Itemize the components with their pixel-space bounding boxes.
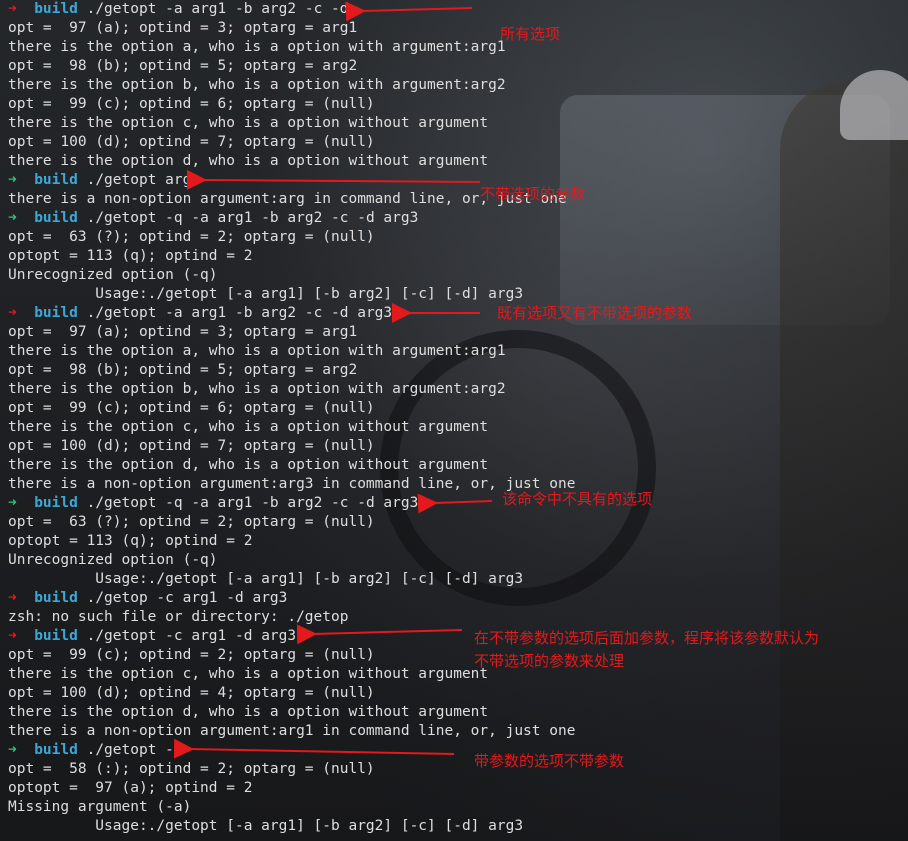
output-line: there is the option c, who is a option w… (8, 115, 489, 131)
output-line: opt = 98 (b); optind = 5; optarg = arg2 (8, 58, 358, 74)
prompt-line: ➜ build ./getop -c arg1 -d arg3 (8, 589, 575, 608)
prompt-directory: build (34, 742, 78, 758)
command-text: ./getopt -a arg1 -b arg2 -c -d arg3 (86, 305, 393, 321)
output-line: there is a non-option argument:arg3 in c… (8, 476, 576, 492)
command-text: ./getopt -c arg1 -d arg3 (86, 628, 297, 644)
output-line: opt = 99 (c); optind = 6; optarg = (null… (8, 400, 375, 416)
prompt-directory: build (34, 590, 78, 606)
wallpaper-figure (780, 80, 908, 841)
output-line: there is the option d, who is a option w… (8, 153, 489, 169)
prompt-success-arrow-icon: ➜ (8, 495, 17, 511)
output-line: optopt = 113 (q); optind = 2 (8, 248, 253, 264)
command-text: ./getopt -q -a arg1 -b arg2 -c -d arg3 (86, 210, 419, 226)
prompt-success-arrow-icon: ➜ (8, 172, 17, 188)
prompt-error-arrow-icon: ➜ (8, 628, 17, 644)
prompt-error-arrow-icon: ➜ (8, 1, 17, 17)
prompt-line: ➜ build ./getopt -a arg1 -b arg2 -c -d a… (8, 304, 575, 323)
output-line: optopt = 97 (a); optind = 2 (8, 780, 253, 796)
output-line: opt = 99 (c); optind = 6; optarg = (null… (8, 96, 375, 112)
output-line: there is the option b, who is a option w… (8, 77, 506, 93)
prompt-success-arrow-icon: ➜ (8, 210, 17, 226)
annotation-all-options: 所有选项 (500, 25, 561, 43)
output-line: Unrecognized option (-q) (8, 267, 218, 283)
prompt-line: ➜ build ./getopt -a arg1 -b arg2 -c -d (8, 0, 575, 19)
prompt-directory: build (34, 305, 78, 321)
command-text: ./getop -c arg1 -d arg3 (86, 590, 288, 606)
output-line: opt = 98 (b); optind = 5; optarg = arg2 (8, 362, 358, 378)
output-line: there is the option a, who is a option w… (8, 39, 506, 55)
prompt-error-arrow-icon: ➜ (8, 305, 17, 321)
prompt-line: ➜ build ./getopt -q -a arg1 -b arg2 -c -… (8, 209, 575, 228)
prompt-line: ➜ build ./getopt -q -a arg1 -b arg2 -c -… (8, 494, 575, 513)
annotation-extra-arg-line1: 在不带参数的选项后面加参数，程序将该参数默认为 (474, 629, 820, 647)
output-line: there is the option b, who is a option w… (8, 381, 506, 397)
terminal-output[interactable]: ➜ build ./getopt -a arg1 -b arg2 -c -d op… (8, 0, 575, 836)
output-line: opt = 63 (?); optind = 2; optarg = (null… (8, 229, 375, 245)
output-line: opt = 100 (d); optind = 7; optarg = (nul… (8, 134, 375, 150)
prompt-directory: build (34, 210, 78, 226)
output-line: there is the option d, who is a option w… (8, 457, 489, 473)
output-line: opt = 63 (?); optind = 2; optarg = (null… (8, 514, 375, 530)
output-line: Usage:./getopt [-a arg1] [-b arg2] [-c] … (8, 286, 524, 302)
annotation-unknown-option: 该命令中不具有的选项 (502, 490, 653, 508)
output-line: opt = 100 (d); optind = 7; optarg = (nul… (8, 438, 375, 454)
prompt-error-arrow-icon: ➜ (8, 590, 17, 606)
output-line: there is the option a, who is a option w… (8, 343, 506, 359)
output-line: Usage:./getopt [-a arg1] [-b arg2] [-c] … (8, 818, 524, 834)
output-line: there is the option d, who is a option w… (8, 704, 489, 720)
output-line: there is a non-option argument:arg1 in c… (8, 723, 576, 739)
output-line: opt = 97 (a); optind = 3; optarg = arg1 (8, 20, 358, 36)
output-line: opt = 97 (a); optind = 3; optarg = arg1 (8, 324, 358, 340)
output-line: there is the option c, who is a option w… (8, 419, 489, 435)
output-line: optopt = 113 (q); optind = 2 (8, 533, 253, 549)
output-line: zsh: no such file or directory: ./getop (8, 609, 349, 625)
command-text: ./getopt -q -a arg1 -b arg2 -c -d arg3 (86, 495, 419, 511)
output-line: opt = 100 (d); optind = 4; optarg = (nul… (8, 685, 375, 701)
command-text: ./getopt -a (86, 742, 183, 758)
output-line: Usage:./getopt [-a arg1] [-b arg2] [-c] … (8, 571, 524, 587)
annotation-missing-arg: 带参数的选项不带参数 (474, 752, 625, 770)
output-line: Unrecognized option (-q) (8, 552, 218, 568)
prompt-success-arrow-icon: ➜ (8, 742, 17, 758)
command-text: ./getopt -a arg1 -b arg2 -c -d (86, 1, 349, 17)
command-text: ./getopt arg (86, 172, 192, 188)
prompt-directory: build (34, 495, 78, 511)
prompt-directory: build (34, 172, 78, 188)
prompt-directory: build (34, 628, 78, 644)
annotation-extra-arg-line2: 不带选项的参数来处理 (474, 652, 625, 670)
annotation-no-option-arg: 不带选项的参数 (480, 185, 586, 203)
prompt-directory: build (34, 1, 78, 17)
output-line: Missing argument (-a) (8, 799, 192, 815)
annotation-both: 既有选项又有不带选项的参数 (497, 304, 693, 322)
